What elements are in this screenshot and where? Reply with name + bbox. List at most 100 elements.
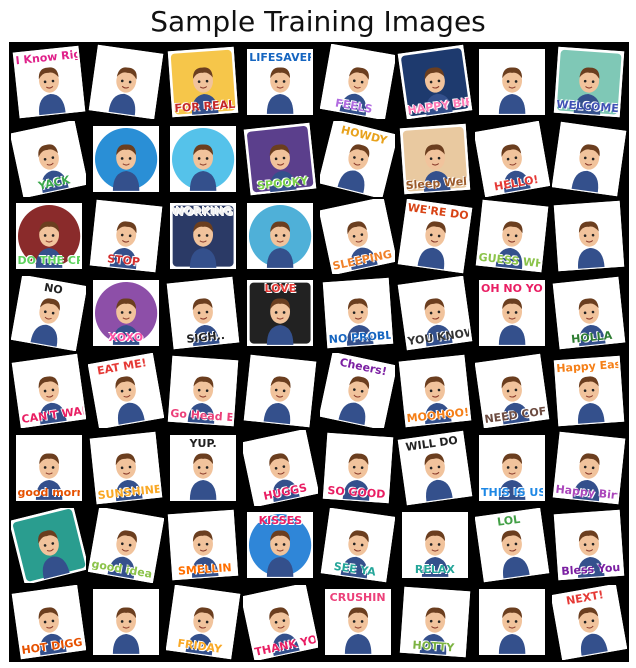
sticker-caption: KISSES: [258, 515, 303, 526]
sticker-caption: WORKING LATE: [172, 206, 234, 217]
sticker-image: HOWDY: [320, 121, 396, 197]
image-tile: SEE YA: [320, 507, 396, 583]
figure-title: Sample Training Images: [150, 5, 486, 38]
sticker-image: Happy Easter: [554, 355, 625, 426]
sticker-image: HOLLA: [552, 276, 626, 350]
sticker-image: RELAX: [401, 512, 468, 579]
sticker-caption: DO THE CREEP: [17, 255, 80, 267]
image-tile: DO THE CREEP: [11, 198, 87, 274]
sticker-image: Bless You: [554, 509, 625, 581]
sticker-image: [11, 507, 87, 583]
avatar-eye: [283, 79, 286, 83]
image-tile: KISSES: [242, 507, 318, 583]
sticker-drawing: [554, 200, 625, 272]
image-tile: WELCOME BACK: [551, 44, 627, 120]
image-tile: SMELLIN: [165, 507, 241, 583]
avatar-eye: [197, 234, 201, 237]
avatar-eye: [283, 234, 286, 237]
image-tile: YUP.: [165, 430, 241, 506]
sticker-image: [479, 589, 546, 656]
avatar-eye: [514, 620, 518, 624]
sticker-caption: OH NO YOU DI'NT: [481, 283, 543, 295]
avatar-eye: [120, 620, 124, 624]
sticker-caption: LIFESAVER: [249, 51, 312, 63]
sticker-image: OH NO YOU DI'NT: [479, 280, 546, 347]
image-tile: EAT ME!: [88, 353, 164, 429]
sticker-image: HOT DIGGITY: [11, 584, 87, 660]
sticker-image: SMELLIN: [167, 509, 239, 581]
image-tile: LOVE: [242, 275, 318, 351]
image-tile: GUESS WHO'S: [474, 198, 550, 274]
sticker-drawing: [92, 589, 159, 656]
sticker-image: WE'RE DONE.: [397, 198, 473, 274]
image-tile: [88, 584, 164, 660]
sticker-image: SPOOKY: [243, 122, 317, 196]
image-tile: STOP: [88, 198, 164, 274]
avatar-eye: [120, 156, 124, 160]
image-tile: FOR REAL: [165, 44, 241, 120]
sticker-image: YACK: [11, 121, 87, 197]
sticker-image: KISSES: [247, 512, 314, 579]
sticker-image: [88, 44, 164, 120]
avatar-eye: [514, 79, 518, 83]
avatar-eye: [275, 311, 278, 315]
sticker-image: THANK YOU: [242, 584, 318, 660]
image-grid: I Know Right? FOR REAL LIFESAVER FEELS HAPPY…: [9, 42, 629, 662]
image-tile: CRUSHIN: [320, 584, 396, 660]
image-tile: THIS IS US: [474, 430, 550, 506]
sticker-image: WELCOME BACK: [554, 46, 625, 117]
sticker-image: [554, 200, 625, 272]
image-tile: FRIDAY: [165, 584, 241, 660]
image-tile: [551, 198, 627, 274]
sticker-drawing: [551, 121, 627, 197]
sticker-image: HOTTY: [399, 587, 471, 658]
avatar-eye: [43, 465, 46, 469]
image-tile: WORKING LATE: [165, 198, 241, 274]
sticker-drawing: [479, 48, 546, 115]
image-tile: [242, 353, 318, 429]
sticker-drawing: [479, 589, 546, 656]
avatar-eye: [120, 311, 124, 315]
sticker-image: CAN'T WAIT TO SEE YOU: [11, 353, 87, 429]
sticker-image: SUNSHINE: [89, 431, 163, 505]
image-tile: FEELS: [320, 44, 396, 120]
avatar-eye: [429, 543, 433, 546]
avatar-eye: [128, 620, 132, 624]
image-tile: OH NO YOU DI'NT: [474, 275, 550, 351]
avatar-eye: [128, 311, 132, 315]
sticker-image: LOL: [474, 507, 550, 583]
sticker-image: good idea: [88, 507, 164, 583]
avatar-eye: [128, 156, 132, 160]
sticker-drawing: [170, 125, 237, 192]
image-tile: YOU KNOW NOTHING: [397, 275, 473, 351]
avatar-eye: [197, 156, 201, 160]
image-tile: SPOOKY: [242, 121, 318, 197]
image-tile: [88, 44, 164, 120]
sticker-image: EAT ME!: [88, 353, 164, 429]
sticker-caption: LOVE: [264, 283, 297, 295]
sticker-drawing: [247, 203, 314, 270]
avatar-eye: [275, 234, 278, 237]
image-tile: SLEEPING TIME: [320, 198, 396, 274]
avatar-eye: [506, 311, 510, 315]
avatar-eye: [205, 465, 209, 469]
avatar-eye: [506, 465, 510, 469]
sticker-image: SEE YA: [320, 507, 396, 583]
sticker-image: LOVE: [247, 280, 314, 347]
sticker-image: MOOHOO!: [398, 354, 472, 427]
image-tile: HOLLA: [551, 275, 627, 351]
image-tile: good idea: [88, 507, 164, 583]
image-tile: [11, 507, 87, 583]
avatar-eye: [506, 620, 510, 624]
sticker-image: [243, 354, 317, 427]
image-tile: Happy Easter: [551, 353, 627, 429]
image-tile: WE'RE DONE.: [397, 198, 473, 274]
image-tile: RELAX: [397, 507, 473, 583]
avatar-eye: [352, 620, 355, 624]
sticker-image: GUESS WHO'S: [475, 199, 549, 273]
image-tile: Bless You: [551, 507, 627, 583]
image-tile: [88, 121, 164, 197]
sticker-image: CRUSHIN: [324, 589, 391, 656]
image-tile: NEED COFFEE: [474, 353, 550, 429]
avatar-eye: [51, 234, 54, 237]
